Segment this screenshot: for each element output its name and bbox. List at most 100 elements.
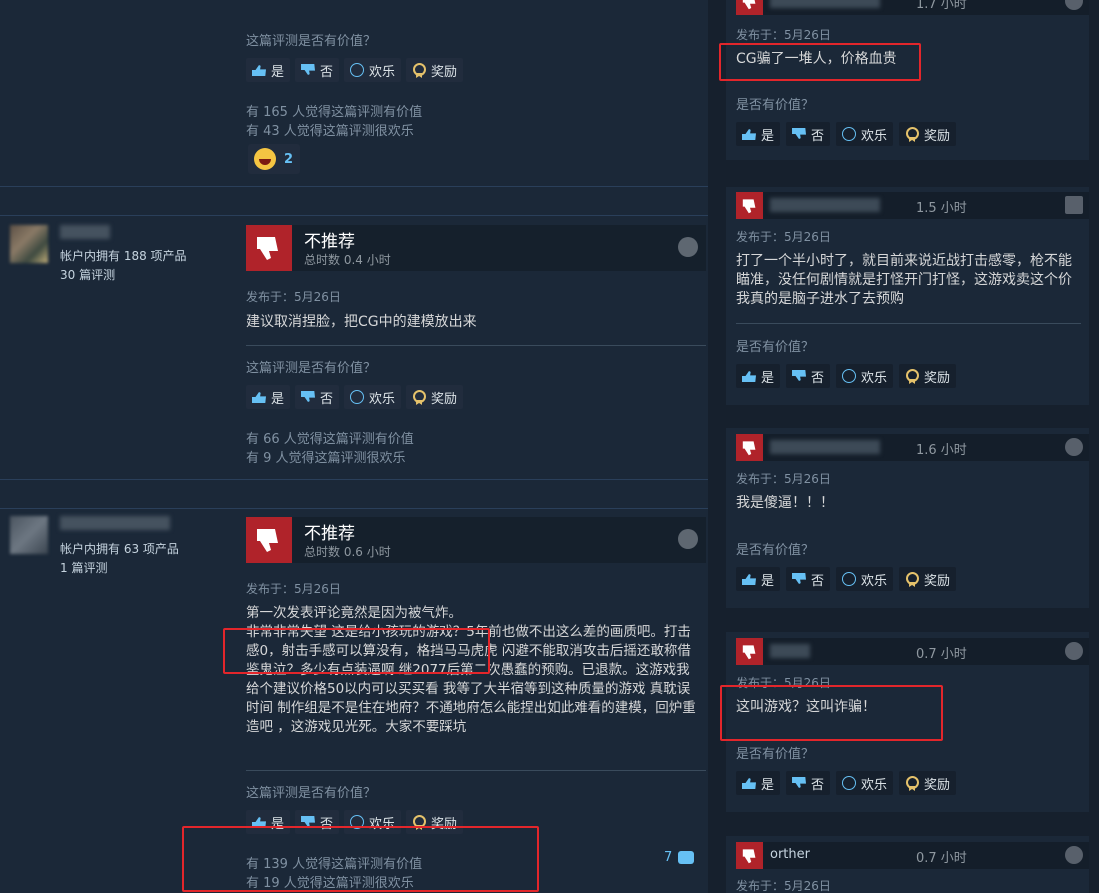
author-reviews: 1 篇评测: [60, 561, 108, 575]
divider: [0, 508, 708, 509]
thumb-down-icon: [246, 225, 292, 271]
author-name-blurred[interactable]: [60, 225, 110, 239]
thumb-up-icon: [741, 572, 757, 586]
review-text: 建议取消捏脸，把CG中的建模放出来: [246, 314, 477, 330]
vote-funny-button[interactable]: 欢乐: [836, 122, 894, 146]
main-review-list: 这篇评测是否有价值？ 是 否 欢乐 奖励 有 165 人觉得这篇评测有价值 有 …: [0, 0, 708, 893]
vote-yes-button[interactable]: 是: [246, 58, 291, 82]
award-icon: [904, 127, 920, 141]
posted-date: 发布于：5月26日: [246, 290, 341, 304]
award-chip[interactable]: 2: [248, 144, 300, 174]
smiley-icon: [841, 369, 857, 383]
thumb-up-icon: [741, 776, 757, 790]
smiley-icon: [841, 572, 857, 586]
playtime: 1.6 小时: [916, 443, 967, 458]
avatar[interactable]: [10, 225, 48, 263]
steam-icon: [1065, 642, 1083, 660]
funny-count: 有 43 人觉得这篇评测很欢乐: [246, 124, 414, 139]
thumb-down-icon: [736, 192, 763, 219]
award-icon: [411, 63, 427, 77]
playtime: 总时数 0.4 小时: [304, 253, 391, 267]
vote-buttons: 是 否 欢乐 奖励: [246, 385, 464, 409]
smiley-icon: [841, 776, 857, 790]
vote-yes-button[interactable]: 是: [736, 771, 781, 795]
playtime: 1.7 小时: [916, 0, 967, 12]
vote-no-button[interactable]: 否: [786, 567, 831, 591]
review-header[interactable]: orther 0.7 小时: [736, 842, 1089, 869]
playtime: 0.7 小时: [916, 851, 967, 866]
thumb-down-icon: [300, 390, 316, 404]
vote-buttons: 是 否 欢乐 奖励: [736, 567, 957, 591]
verdict-label: 不推荐: [304, 524, 355, 544]
thumb-down-icon: [736, 842, 763, 869]
smiley-icon: [349, 390, 365, 404]
helpful-question: 是否有价值？: [736, 543, 815, 558]
helpful-question: 是否有价值？: [736, 747, 815, 762]
verdict-label: 不推荐: [304, 232, 355, 252]
review-header[interactable]: 不推荐 总时数 0.6 小时: [246, 517, 706, 563]
key-icon: [1065, 196, 1083, 214]
funny-count: 有 9 人觉得这篇评测很欢乐: [246, 451, 406, 466]
helpful-question: 是否有价值？: [736, 340, 815, 355]
playtime: 0.7 小时: [916, 647, 967, 662]
thumb-down-icon: [736, 434, 763, 461]
vote-no-button[interactable]: 否: [786, 771, 831, 795]
steam-icon: [678, 529, 698, 549]
highlight-box: [720, 685, 943, 741]
review-header[interactable]: 不推荐 总时数 0.4 小时: [246, 225, 706, 271]
vote-no-button[interactable]: 否: [786, 122, 831, 146]
vote-yes-button[interactable]: 是: [246, 385, 291, 409]
review-header[interactable]: 1.5 小时: [736, 192, 1089, 219]
reviewer-name-blurred[interactable]: [770, 0, 880, 8]
vote-yes-button[interactable]: 是: [736, 364, 781, 388]
divider: [0, 186, 708, 187]
award-icon: [411, 390, 427, 404]
posted-date: 发布于：5月26日: [246, 582, 341, 596]
vote-funny-button[interactable]: 欢乐: [836, 364, 894, 388]
steam-icon: [1065, 846, 1083, 864]
divider: [736, 323, 1081, 324]
reviewer-name-blurred[interactable]: [770, 440, 880, 454]
vote-yes-button[interactable]: 是: [736, 567, 781, 591]
review-header[interactable]: 0.7 小时: [736, 638, 1089, 665]
award-button[interactable]: 奖励: [406, 385, 464, 409]
vote-no-button[interactable]: 否: [295, 385, 340, 409]
thumb-up-icon: [741, 127, 757, 141]
award-button[interactable]: 奖励: [899, 122, 957, 146]
thumb-down-icon: [791, 776, 807, 790]
playtime: 1.5 小时: [916, 201, 967, 216]
smiley-icon: [349, 63, 365, 77]
comments-link[interactable]: 7: [664, 850, 695, 865]
helpful-question: 是否有价值？: [736, 98, 815, 113]
vote-no-button[interactable]: 否: [786, 364, 831, 388]
vote-yes-button[interactable]: 是: [736, 122, 781, 146]
thumb-down-icon: [791, 127, 807, 141]
review-card: 1.5 小时 发布于：5月26日 打了一个半小时了，就目前来说近战打击感零，枪不…: [726, 187, 1089, 405]
review-text: 我是傻逼！！！: [736, 495, 834, 511]
vote-funny-button[interactable]: 欢乐: [836, 771, 894, 795]
review-header[interactable]: 1.7 小时: [736, 0, 1089, 15]
vote-funny-button[interactable]: 欢乐: [836, 567, 894, 591]
award-button[interactable]: 奖励: [899, 364, 957, 388]
posted-date: 发布于：5月26日: [736, 230, 831, 244]
thumb-down-icon: [791, 572, 807, 586]
steam-icon: [678, 237, 698, 257]
helpful-question: 这篇评测是否有价值？: [246, 786, 377, 801]
author-name-blurred[interactable]: [60, 516, 170, 530]
comment-count: 7: [664, 850, 673, 865]
reviewer-name-blurred[interactable]: [770, 644, 810, 658]
award-button[interactable]: 奖励: [899, 771, 957, 795]
steam-icon: [1065, 0, 1083, 10]
review-card: 1.6 小时 发布于：5月26日 我是傻逼！！！ 是否有价值？ 是 否 欢乐 奖…: [726, 428, 1089, 608]
thumb-down-icon: [736, 638, 763, 665]
vote-funny-button[interactable]: 欢乐: [344, 58, 402, 82]
award-button[interactable]: 奖励: [406, 58, 464, 82]
review-header[interactable]: 1.6 小时: [736, 434, 1089, 461]
thumb-down-icon: [300, 63, 316, 77]
avatar[interactable]: [10, 516, 48, 554]
reviewer-name[interactable]: orther: [770, 847, 810, 862]
award-button[interactable]: 奖励: [899, 567, 957, 591]
vote-no-button[interactable]: 否: [295, 58, 340, 82]
reviewer-name-blurred[interactable]: [770, 198, 880, 212]
vote-funny-button[interactable]: 欢乐: [344, 385, 402, 409]
